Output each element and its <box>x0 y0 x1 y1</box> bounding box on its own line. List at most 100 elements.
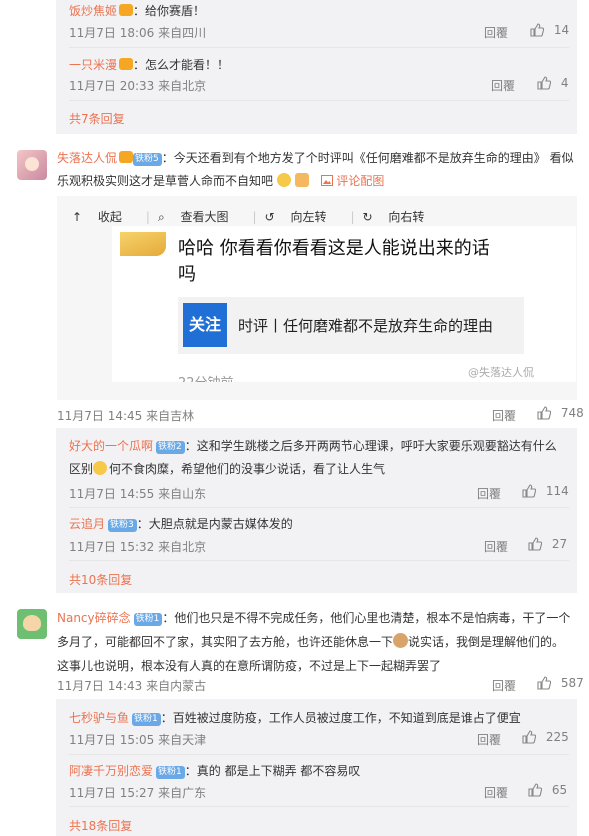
reply-meta: 11月7日 15:27 来自广东 <box>69 786 207 800</box>
username-link[interactable]: Nancy碎碎念 <box>57 611 131 625</box>
reply-text-2: 区别 <box>69 462 94 476</box>
like-count: 225 <box>545 730 569 744</box>
thumb-up-icon <box>522 730 536 744</box>
crown-icon <box>119 151 134 163</box>
reply-meta: 11月7日 20:33 来自北京 <box>69 79 207 93</box>
like-button[interactable]: 114 <box>522 484 569 498</box>
thumbs-emoji-icon <box>294 173 309 187</box>
more-replies-link[interactable]: 共18条回复 <box>69 817 132 834</box>
like-button[interactable]: 4 <box>537 76 568 90</box>
username-link[interactable]: 七秒驴与鱼 <box>69 711 129 725</box>
comment-text: 失落达人侃 铁粉5 ：今天还看到有个地方发了个时评叫《任何磨难都不是放弃生命的理由》… <box>57 147 577 193</box>
fan-badge: 铁粉1 <box>132 713 161 726</box>
avatar[interactable] <box>17 609 47 639</box>
reply-meta: 11月7日 18:06 来自四川 <box>69 26 207 40</box>
thumb-up-icon <box>537 76 551 90</box>
divider <box>69 806 569 807</box>
reply-item: 七秒驴与鱼 铁粉1 ：百姓被过度防疫，工作人员被过度工作，不知道到底是谁占了便宜 <box>69 709 521 726</box>
reply-button[interactable]: 回覆 <box>477 485 501 502</box>
thumb-up-icon <box>530 23 544 37</box>
fan-badge: 铁粉3 <box>108 519 137 532</box>
like-count: 748 <box>560 406 584 420</box>
comment-image[interactable]: 哈哈 你看看你看看这是人能说出来的话 吗 关注 时评丨任何磨难都不是放弃生命的理… <box>112 226 576 382</box>
reply-button[interactable]: 回覆 <box>484 24 508 41</box>
comment-body-4: 这事儿也说明，根本没有人真的在意所谓防疫，不过是上下一起糊弄罢了 <box>57 659 442 673</box>
reply-meta: 11月7日 15:32 来自北京 <box>69 540 207 554</box>
reply-item: 云追月 铁粉3 ：大胆点就是内蒙古媒体发的 <box>69 515 293 532</box>
reply-button[interactable]: 回覆 <box>484 538 508 555</box>
like-count: 587 <box>560 676 584 690</box>
comment-body: ：今天还看到有个地方发了个时评叫《任何磨难都不是放弃生命的理由》 看似 <box>161 151 574 165</box>
reply-text: ：怎么才能看！！ <box>133 58 230 72</box>
like-button[interactable]: 748 <box>537 406 584 420</box>
image-caption-line1: 哈哈 你看看你看看这是人能说出来的话 <box>178 238 490 259</box>
like-count: 14 <box>553 23 570 37</box>
divider <box>69 560 569 561</box>
dog-emoji-icon <box>393 633 409 648</box>
comment-text: Nancy碎碎念 铁粉1 ：他们也只是不得不完成任务，他们心里也清楚，根本不是怕病毒… <box>57 606 582 678</box>
reply-item: 饭炒焦姬 ：给你赛盾！ <box>69 2 205 19</box>
emoji-icon <box>93 461 108 475</box>
more-replies-link[interactable]: 共7条回复 <box>69 110 125 127</box>
username-link[interactable]: 失落达人侃 <box>57 151 117 165</box>
username-link[interactable]: 饭炒焦姬 <box>69 4 117 18</box>
comment-meta: 11月7日 14:43 来自内蒙古 <box>57 679 207 693</box>
fan-badge: 铁粉1 <box>133 613 163 626</box>
divider <box>69 507 569 508</box>
reply-text: ：百姓被过度防疫，工作人员被过度工作，不知道到底是谁占了便宜 <box>160 711 521 725</box>
view-large-label: 查看大图 <box>180 210 229 224</box>
fan-badge: 铁粉1 <box>156 766 185 779</box>
like-button[interactable]: 225 <box>522 730 569 744</box>
reply-button[interactable]: 回覆 <box>477 731 501 748</box>
more-replies-link[interactable]: 共10条回复 <box>69 571 132 588</box>
thumb-up-icon <box>528 783 542 797</box>
reply-button[interactable]: 回覆 <box>492 677 516 694</box>
arrow-up-icon: ↑ <box>72 210 83 224</box>
rotate-left-button[interactable]: ↺ 向左转 <box>265 210 339 224</box>
follow-button: 关注 <box>183 303 227 347</box>
like-button[interactable]: 587 <box>537 676 584 690</box>
comment-body: ：他们也只是不得不完成任务，他们心里也清楚，根本不是怕病毒，干了一个 <box>162 611 571 625</box>
reply-text: ：这和学生跳楼之后多开两两节心理课，呼吁大家要乐观要豁达有什么 <box>184 439 557 453</box>
like-count: 114 <box>545 484 569 498</box>
fan-badge: 铁粉5 <box>133 153 162 166</box>
image-watermark: @失落达人侃 <box>468 366 534 379</box>
like-button[interactable]: 14 <box>530 23 569 37</box>
reply-button[interactable]: 回覆 <box>492 407 516 424</box>
username-link[interactable]: 阿凄千万别恋爱 <box>69 764 153 778</box>
like-count: 65 <box>551 783 568 797</box>
view-large-button[interactable]: ⌕ 查看大图 <box>158 210 241 224</box>
comment-body-2: 多月了，可能都回不了家，其实阳了去方舱，也许还能休息一下 <box>57 635 394 649</box>
thumb-up-icon <box>528 537 542 551</box>
reply-item: 一只米漫 ：怎么才能看！！ <box>69 56 229 73</box>
thumb-up-icon <box>522 484 536 498</box>
image-caption-line2: 吗 <box>178 264 196 285</box>
crown-icon <box>119 4 134 16</box>
picture-link[interactable]: 评论配图 <box>320 174 384 188</box>
rotate-right-label: 向右转 <box>388 210 425 224</box>
divider <box>69 47 569 48</box>
comment-meta: 11月7日 14:45 来自吉林 <box>57 409 195 423</box>
comment-body-2: 乐观积极实则这才是草菅人命而不自知吧 <box>57 174 274 188</box>
like-count: 4 <box>560 76 569 90</box>
username-link[interactable]: 云追月 <box>69 517 105 531</box>
like-button[interactable]: 27 <box>528 537 567 551</box>
divider <box>69 100 569 101</box>
collapse-button[interactable]: ↑ 收起 <box>72 210 134 224</box>
reply-meta: 11月7日 15:05 来自天津 <box>69 733 207 747</box>
reply-text: ：给你赛盾！ <box>133 4 206 18</box>
reply-button[interactable]: 回覆 <box>491 77 515 94</box>
image-timestamp-partial: 22分钟前 <box>178 372 234 382</box>
rotate-right-button[interactable]: ↻ 向右转 <box>363 210 437 224</box>
username-link[interactable]: 好大的一个瓜啊 <box>69 439 153 453</box>
reply-text: ：真的 都是上下糊弄 都不容易叹 <box>184 764 361 778</box>
username-link[interactable]: 一只米漫 <box>69 58 117 72</box>
magnify-icon: ⌕ <box>157 210 165 224</box>
avatar[interactable] <box>17 150 47 180</box>
comment-body-3: 说实话，我倒是理解他们的。 <box>408 635 565 649</box>
thumb-up-icon <box>537 676 551 690</box>
reply-button[interactable]: 回覆 <box>484 784 508 801</box>
like-button[interactable]: 65 <box>528 783 567 797</box>
image-icon <box>320 175 333 186</box>
reply-item: 好大的一个瓜啊 铁粉2 ：这和学生跳楼之后多开两两节心理课，呼吁大家要乐观要豁达有什… <box>69 435 569 481</box>
